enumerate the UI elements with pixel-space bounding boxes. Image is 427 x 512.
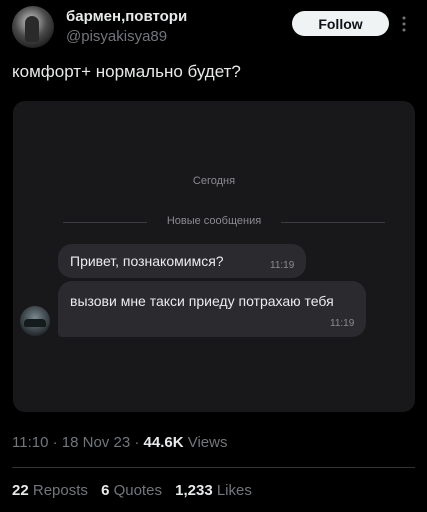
new-messages-label: Новые сообщения <box>166 215 262 227</box>
meta-separator: · <box>134 434 140 451</box>
reposts-count: 22 <box>12 482 29 499</box>
tweet-time[interactable]: 11:10 <box>12 434 48 451</box>
views-label: Views <box>187 434 228 451</box>
chat-date-label: Сегодня <box>192 175 236 187</box>
sender-avatar <box>20 306 50 336</box>
meta-separator: · <box>52 434 58 451</box>
divider <box>12 467 415 468</box>
quotes-stat[interactable]: 6 Quotes <box>101 482 166 499</box>
tweet-text: комфорт+ нормально будет? <box>12 62 241 81</box>
chat-message-bubble: вызови мне такси приеду потрахаю тебя 11… <box>58 281 366 337</box>
chat-message-text: Привет, познакомимся? <box>70 253 224 269</box>
quotes-count: 6 <box>101 482 110 499</box>
author-avatar[interactable] <box>12 6 54 48</box>
reposts-label: Reposts <box>32 482 88 499</box>
new-messages-divider: Новые сообщения <box>13 215 415 231</box>
car-image-icon <box>24 319 46 327</box>
reposts-stat[interactable]: 22 Reposts <box>12 482 92 499</box>
likes-stat[interactable]: 1,233 Likes <box>175 482 252 499</box>
views-count: 44.6K <box>143 434 184 451</box>
tweet-meta: 11:10 · 18 Nov 23 · 44.6K Views <box>12 434 227 451</box>
chat-message-time: 11:19 <box>330 318 355 329</box>
more-vertical-icon[interactable] <box>401 14 407 34</box>
chat-screenshot-image[interactable]: Сегодня Новые сообщения Привет, познаком… <box>13 101 415 412</box>
author-name[interactable]: бармен,повтори <box>66 8 187 25</box>
likes-label: Likes <box>216 482 252 499</box>
chat-message-bubble: Привет, познакомимся? 11:19 <box>58 244 306 278</box>
tweet-date[interactable]: 18 Nov 23 <box>62 434 130 451</box>
avatar-figure <box>25 16 39 42</box>
chat-message-text: вызови мне такси приеду потрахаю тебя <box>70 293 334 309</box>
tweet-header: бармен,повтори @pisyakisya89 Follow <box>0 0 427 56</box>
follow-button[interactable]: Follow <box>292 11 389 36</box>
engagement-stats: 22 Reposts 6 Quotes 1,233 Likes <box>12 482 261 499</box>
chat-message-time: 11:19 <box>270 260 295 271</box>
author-handle[interactable]: @pisyakisya89 <box>66 28 167 45</box>
likes-count: 1,233 <box>175 482 213 499</box>
quotes-label: Quotes <box>113 482 162 499</box>
